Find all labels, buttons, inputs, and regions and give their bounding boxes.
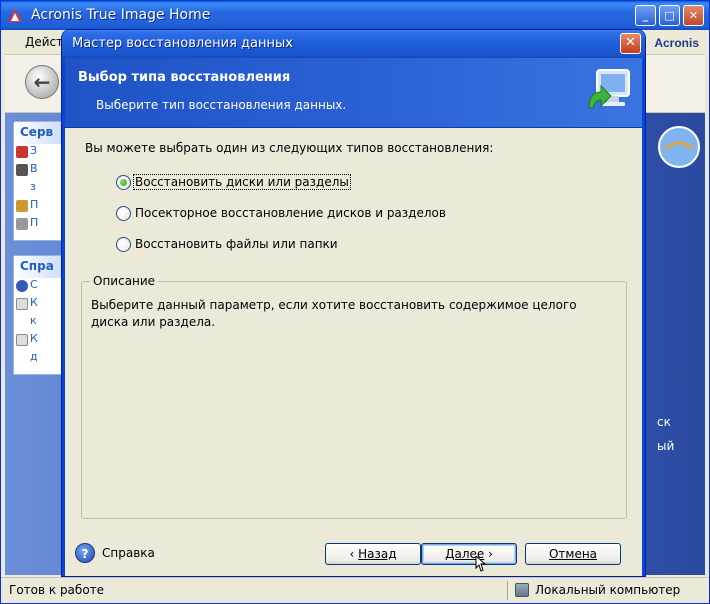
document-icon <box>16 298 28 310</box>
document-icon <box>16 334 28 346</box>
next-button[interactable]: Далее › <box>421 543 517 565</box>
question-icon <box>16 280 28 292</box>
app-title-bar[interactable]: Acronis True Image Home _ □ ✕ <box>1 1 709 30</box>
wizard-header: Выбор типа восстановления Выберите тип в… <box>65 58 642 128</box>
question-icon: ? <box>75 543 95 563</box>
wizard-content: Вы можете выбрать один из следующих типо… <box>65 128 642 530</box>
status-location: Локальный компьютер <box>535 583 681 597</box>
flag-icon <box>16 164 28 176</box>
close-icon[interactable]: ✕ <box>620 33 641 54</box>
radio-label[interactable]: Восстановить диски или разделы <box>133 174 351 190</box>
app-close-button[interactable]: ✕ <box>683 5 704 26</box>
hand-cursor-icon <box>475 556 486 572</box>
wizard-footer: ? Справка ‹ Назад Далее › Отмена <box>65 530 642 576</box>
computer-icon <box>515 583 529 597</box>
wizard-step-title: Выбор типа восстановления <box>78 70 291 85</box>
globe-icon <box>658 126 700 168</box>
radio-button[interactable] <box>116 206 131 221</box>
acronis-app-icon <box>8 9 22 22</box>
right-decoration: ск ый <box>653 123 705 563</box>
intro-text: Вы можете выбрать один из следующих типо… <box>85 141 494 155</box>
radio-button[interactable] <box>116 237 131 252</box>
dialog-title: Мастер восстановления данных <box>72 36 293 51</box>
status-bar: Готов к работе Локальный компьютер <box>1 577 709 603</box>
cancel-button[interactable]: Отмена <box>525 543 621 565</box>
search-icon <box>16 218 28 230</box>
radio-label[interactable]: Посекторное восстановление дисков и разд… <box>135 206 446 220</box>
group-title: Описание <box>90 274 159 288</box>
acronis-logo: Acronis <box>654 36 699 50</box>
help-label[interactable]: Справка <box>102 546 155 560</box>
maximize-button[interactable]: □ <box>659 5 680 26</box>
wizard-step-subtitle: Выберите тип восстановления данных. <box>96 98 347 112</box>
status-divider <box>507 581 508 600</box>
back-button[interactable]: ‹ Назад <box>325 543 421 565</box>
description-text: Выберите данный параметр, если хотите во… <box>91 298 577 329</box>
right-text: ый <box>657 439 675 453</box>
dialog-title-bar[interactable]: Мастер восстановления данных ✕ <box>62 30 645 58</box>
tools-icon <box>16 200 28 212</box>
recovery-wizard-dialog: Мастер восстановления данных ✕ Выбор тип… <box>62 30 645 576</box>
status-text: Готов к работе <box>9 583 105 597</box>
right-text: ск <box>657 415 671 429</box>
minimize-button[interactable]: _ <box>635 5 656 26</box>
app-title: Acronis True Image Home <box>31 7 211 23</box>
back-arrow-icon[interactable]: ← <box>25 65 59 99</box>
monitor-restore-icon <box>588 69 630 109</box>
radio-label[interactable]: Восстановить файлы или папки <box>135 237 338 251</box>
menu-item-actions[interactable]: Дейст <box>25 35 63 49</box>
radio-button[interactable] <box>116 175 131 190</box>
description-group: Описание Выберите данный параметр, если … <box>81 274 627 519</box>
backup-icon <box>16 146 28 158</box>
